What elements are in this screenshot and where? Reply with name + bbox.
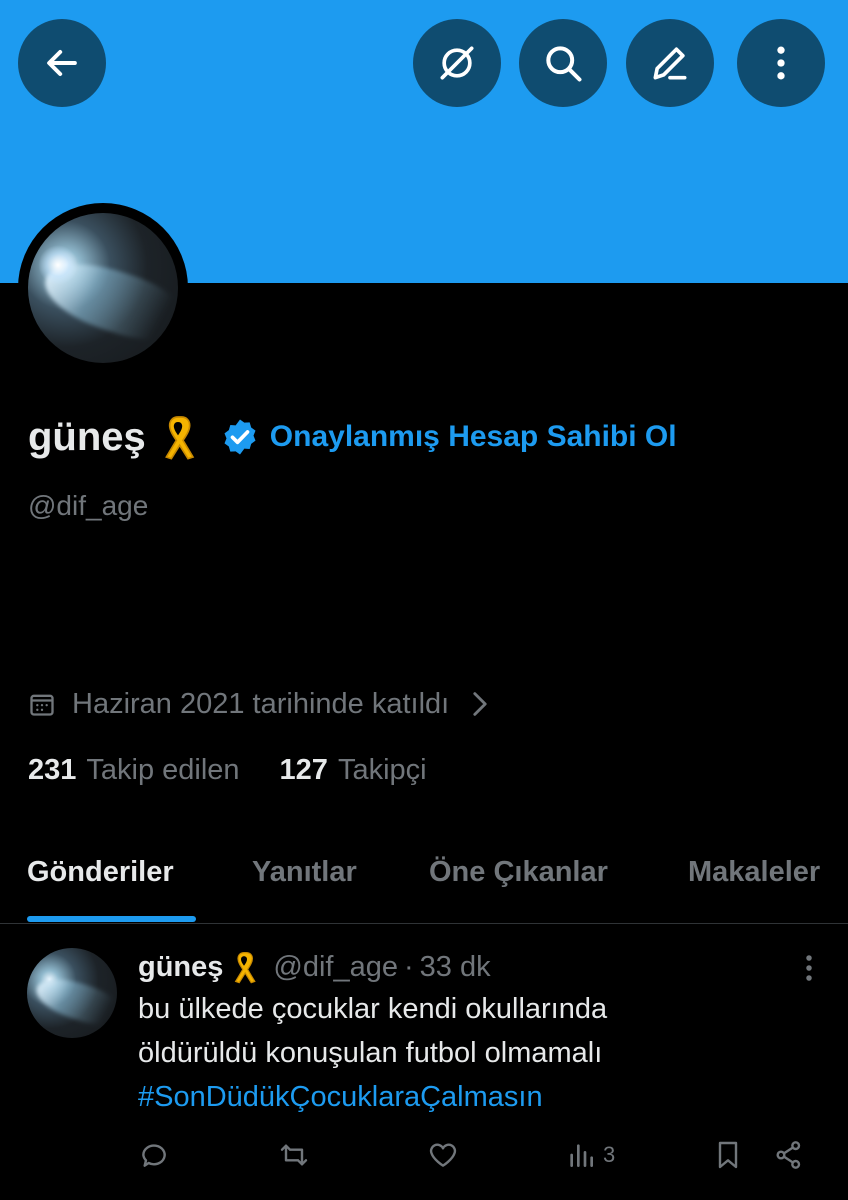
tab-highlights[interactable]: Öne Çıkanlar xyxy=(429,856,608,889)
more-vertical-icon xyxy=(777,46,785,80)
share-icon xyxy=(776,1141,801,1169)
grok-icon xyxy=(440,46,474,80)
search-button[interactable] xyxy=(519,19,607,107)
post-timestamp[interactable]: 33 dk xyxy=(420,951,491,984)
repost-icon xyxy=(280,1144,308,1166)
tab-posts[interactable]: Gönderiler xyxy=(27,856,174,889)
post-text-line: bu ülkede çocuklar kendi okullarında xyxy=(138,993,608,1025)
profile-handle: @dif_age xyxy=(28,490,149,521)
following-link[interactable]: 231 Takip edilen xyxy=(28,754,240,787)
joined-text: Haziran 2021 tarihinde katıldı xyxy=(72,687,450,720)
tab-articles[interactable]: Makaleler xyxy=(688,856,820,889)
active-tab-indicator xyxy=(27,916,196,922)
grok-button[interactable] xyxy=(413,19,501,107)
post-author-handle[interactable]: @dif_age xyxy=(273,951,398,984)
followers-link[interactable]: 127 Takipçi xyxy=(280,754,427,787)
pencil-icon xyxy=(653,47,687,80)
heart-icon xyxy=(429,1143,457,1167)
tab-replies[interactable]: Yanıtlar xyxy=(252,856,357,889)
joined-date[interactable]: Haziran 2021 tarihinde katıldı xyxy=(28,684,505,724)
repost-button[interactable] xyxy=(278,1133,310,1177)
like-button[interactable] xyxy=(427,1133,459,1177)
post-text-line: öldürüldü konuşulan futbol olmamalı xyxy=(138,1037,603,1069)
yellow-ribbon-icon xyxy=(235,952,257,984)
calendar-icon xyxy=(30,694,54,716)
bookmark-icon xyxy=(718,1141,738,1169)
yellow-ribbon-icon xyxy=(164,416,195,460)
profile-name-row: güneş Onaylanmış Hesap Sahibi Ol xyxy=(28,412,677,462)
verified-badge-icon[interactable] xyxy=(220,417,260,457)
followers-label: Takipçi xyxy=(337,754,427,786)
display-name: güneş xyxy=(28,414,146,459)
follow-counts: 231 Takip edilen 127 Takipçi xyxy=(28,754,427,787)
avatar[interactable] xyxy=(28,213,178,363)
bookmark-button[interactable] xyxy=(712,1133,744,1177)
back-button[interactable] xyxy=(18,19,106,107)
following-label: Takip edilen xyxy=(86,754,240,786)
post-separator: · xyxy=(404,950,414,983)
share-button[interactable] xyxy=(773,1133,805,1177)
reply-button[interactable] xyxy=(138,1133,170,1177)
edit-button[interactable] xyxy=(626,19,714,107)
views-button[interactable]: 3 xyxy=(565,1133,615,1177)
followers-count: 127 xyxy=(279,754,328,786)
post-author-name[interactable]: güneş xyxy=(138,951,223,984)
arrow-left-icon xyxy=(47,49,77,77)
views-count: 3 xyxy=(603,1142,616,1167)
post-avatar[interactable] xyxy=(27,948,117,1038)
post-actions: 3 xyxy=(0,1133,848,1177)
search-icon xyxy=(546,46,582,82)
chevron-right-icon xyxy=(473,692,487,716)
post-header: güneş @dif_age · 33 dk xyxy=(138,947,491,987)
post-text: bu ülkede çocuklar kendi okullarında öld… xyxy=(138,987,798,1119)
post[interactable]: güneş @dif_age · 33 dk bu ülkede çocukla… xyxy=(0,925,848,1200)
views-icon xyxy=(570,1144,593,1167)
post-hashtag[interactable]: #SonDüdükÇocuklaraÇalmasın xyxy=(138,1075,798,1119)
profile-tabs: Gönderiler Yanıtlar Öne Çıkanlar Makalel… xyxy=(0,848,848,924)
more-button[interactable] xyxy=(737,19,825,107)
following-count: 231 xyxy=(28,754,77,786)
reply-icon xyxy=(142,1144,166,1167)
more-vertical-icon[interactable] xyxy=(804,953,814,983)
get-verified-link[interactable]: Onaylanmış Hesap Sahibi Ol xyxy=(270,420,677,454)
